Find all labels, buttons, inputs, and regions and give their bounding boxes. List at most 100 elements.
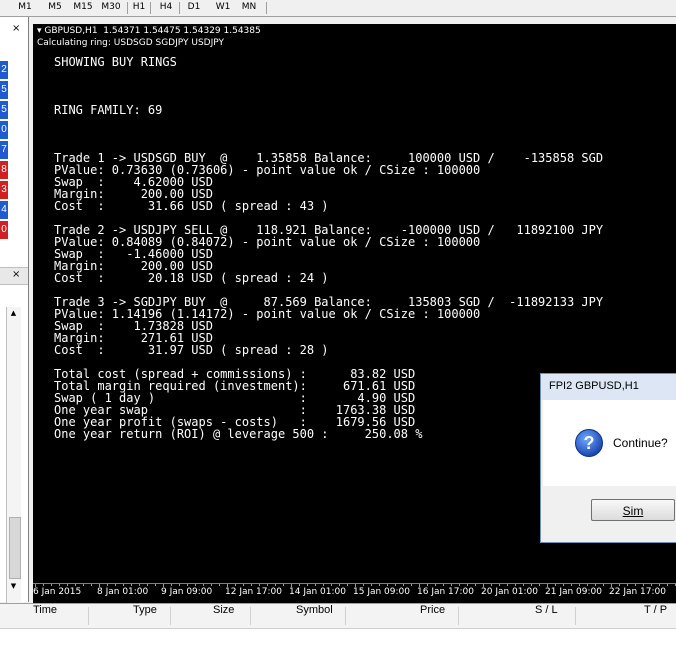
time-axis-minor-tick xyxy=(235,584,236,586)
time-axis-minor-tick xyxy=(315,584,316,586)
column-price[interactable]: Price xyxy=(420,604,445,628)
time-axis-minor-tick xyxy=(483,584,484,586)
time-axis-minor-tick xyxy=(83,584,84,586)
time-axis-minor-tick xyxy=(219,584,220,586)
time-axis-minor-tick xyxy=(619,584,620,586)
time-axis-minor-tick xyxy=(187,584,188,586)
time-axis-minor-tick xyxy=(283,584,284,586)
column-separator xyxy=(170,607,171,625)
terminal-header: Time Type Size Symbol Price S / L T / P xyxy=(0,604,676,629)
time-axis-minor-tick xyxy=(563,584,564,586)
yes-button[interactable]: Sim xyxy=(591,499,675,521)
column-separator xyxy=(458,607,459,625)
time-axis-label: 22 Jan 17:00 xyxy=(609,587,666,597)
time-axis-label: 21 Jan 09:00 xyxy=(545,587,602,597)
time-axis-minor-tick xyxy=(355,584,356,586)
time-axis-minor-tick xyxy=(651,584,652,586)
time-axis-minor-tick xyxy=(515,584,516,586)
time-axis-label: 6 Jan 2015 xyxy=(33,587,82,597)
column-symbol[interactable]: Symbol xyxy=(296,604,333,628)
price-cell: 3 xyxy=(0,181,8,199)
time-axis-minor-tick xyxy=(451,584,452,586)
chart-title-text: GBPUSD,H1 1.54371 1.54475 1.54329 1.5438… xyxy=(44,26,261,36)
time-axis-minor-tick xyxy=(667,584,668,586)
time-axis-minor-tick xyxy=(595,584,596,586)
scroll-down-icon[interactable]: ▼ xyxy=(8,582,19,592)
time-axis-minor-tick xyxy=(147,584,148,586)
time-axis-minor-tick xyxy=(643,584,644,586)
time-axis-minor-tick xyxy=(323,584,324,586)
time-axis-label: 9 Jan 09:00 xyxy=(161,587,213,597)
dialog-title: FPI2 GBPUSD,H1 xyxy=(549,380,639,392)
chart-subtitle: Calculating ring: USDSGD SGDJPY USDJPY xyxy=(37,38,224,48)
column-size[interactable]: Size xyxy=(213,604,234,628)
column-separator xyxy=(345,607,346,625)
time-axis-minor-tick xyxy=(611,584,612,586)
toolbar-separator xyxy=(179,2,180,14)
time-axis-minor-tick xyxy=(427,584,428,586)
timeframe-w1[interactable]: W1 xyxy=(212,0,234,15)
time-axis-minor-tick xyxy=(635,584,636,586)
column-tp[interactable]: T / P xyxy=(644,604,667,628)
time-axis-minor-tick xyxy=(299,584,300,586)
price-cell: 0 xyxy=(0,221,8,239)
toolbar-separator xyxy=(266,2,267,14)
time-axis-minor-tick xyxy=(379,584,380,586)
time-axis-minor-tick xyxy=(499,584,500,586)
time-axis-minor-tick xyxy=(363,584,364,586)
timeframe-h4[interactable]: H4 xyxy=(156,0,176,15)
timeframe-m5[interactable]: M5 xyxy=(44,0,66,15)
time-axis-minor-tick xyxy=(395,584,396,586)
dialog-titlebar[interactable]: FPI2 GBPUSD,H1 xyxy=(541,374,676,400)
time-axis-minor-tick xyxy=(587,584,588,586)
time-axis-minor-tick xyxy=(387,584,388,586)
price-cell: 7 xyxy=(0,141,8,159)
timeframe-d1[interactable]: D1 xyxy=(184,0,204,15)
time-axis-minor-tick xyxy=(59,584,60,586)
price-cell: 5 xyxy=(0,101,8,119)
confirm-dialog: FPI2 GBPUSD,H1 ? Continue? Sim xyxy=(540,373,676,543)
yes-button-label: Sim xyxy=(622,504,644,518)
market-watch-panel: × 2 5 5 0 7 8 3 4 0 × ▲ ▼ xyxy=(0,17,29,607)
ea-comment-text: SHOWING BUY RINGS RING FAMILY: 69 Trade … xyxy=(54,55,604,441)
close-icon[interactable]: × xyxy=(12,269,20,280)
scroll-up-icon[interactable]: ▲ xyxy=(8,309,19,319)
time-axis-minor-tick xyxy=(91,584,92,586)
timeframe-mn[interactable]: MN xyxy=(238,0,260,15)
time-axis-minor-tick xyxy=(603,584,604,586)
column-sl[interactable]: S / L xyxy=(535,604,558,628)
time-axis-minor-tick xyxy=(195,584,196,586)
timeframe-m1[interactable]: M1 xyxy=(14,0,36,15)
column-time[interactable]: Time xyxy=(33,604,57,628)
time-axis-minor-tick xyxy=(123,584,124,586)
timeframe-h1[interactable]: H1 xyxy=(130,0,148,15)
time-axis-minor-tick xyxy=(507,584,508,586)
time-axis-label: 16 Jan 17:00 xyxy=(417,587,474,597)
time-axis-minor-tick xyxy=(115,584,116,586)
svg-text:?: ? xyxy=(584,433,595,453)
price-cell: 8 xyxy=(0,161,8,179)
scrollbar-thumb[interactable] xyxy=(9,517,21,579)
time-axis-minor-tick xyxy=(179,584,180,586)
time-axis-label: 8 Jan 01:00 xyxy=(97,587,149,597)
time-axis-minor-tick xyxy=(155,584,156,586)
price-cell: 4 xyxy=(0,201,8,219)
timeframe-m15[interactable]: M15 xyxy=(70,0,96,15)
time-axis-minor-tick xyxy=(203,584,204,586)
time-axis-minor-tick xyxy=(291,584,292,586)
dialog-body: ? Continue? xyxy=(543,400,676,486)
column-type[interactable]: Type xyxy=(133,604,157,628)
time-axis-minor-tick xyxy=(227,584,228,586)
time-axis-label: 14 Jan 01:00 xyxy=(289,587,346,597)
price-cell: 2 xyxy=(0,61,8,79)
close-icon[interactable]: × xyxy=(12,23,20,34)
time-axis-minor-tick xyxy=(531,584,532,586)
time-axis-minor-tick xyxy=(467,584,468,586)
time-axis-minor-tick xyxy=(51,584,52,586)
time-axis-minor-tick xyxy=(107,584,108,586)
vertical-scrollbar[interactable]: ▲ ▼ xyxy=(6,307,21,607)
time-axis-minor-tick xyxy=(211,584,212,586)
time-axis-minor-tick xyxy=(459,584,460,586)
timeframe-m30[interactable]: M30 xyxy=(98,0,124,15)
timeframe-toolbar: M1 M5 M15 M30 H1 H4 D1 W1 MN xyxy=(0,0,676,17)
